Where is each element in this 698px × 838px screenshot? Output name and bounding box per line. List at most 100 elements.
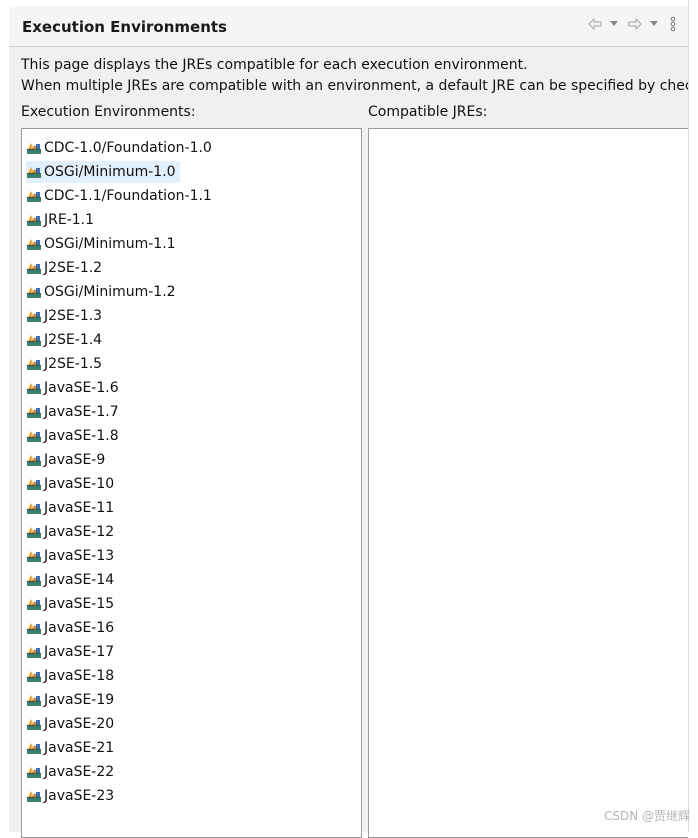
environment-label: J2SE-1.5 [44, 356, 103, 372]
execution-environment-icon [26, 308, 42, 324]
environment-label: JavaSE-11 [44, 500, 115, 516]
environment-list-item[interactable]: J2SE-1.3 [26, 305, 106, 327]
chevron-down-icon [610, 21, 618, 27]
execution-environment-icon [26, 236, 42, 252]
description-line-1: This page displays the JREs compatible f… [21, 57, 528, 73]
back-button[interactable] [587, 14, 603, 34]
environment-label: JavaSE-22 [44, 764, 115, 780]
environment-list-item[interactable]: JavaSE-13 [26, 545, 118, 567]
compatible-jres-label: Compatible JREs: [368, 104, 488, 120]
environment-list-item[interactable]: JavaSE-21 [26, 737, 118, 759]
environment-list-item[interactable]: JavaSE-14 [26, 569, 118, 591]
environment-label: OSGi/Minimum-1.1 [44, 236, 176, 252]
page-header: Execution Environments [9, 6, 688, 47]
environment-list-item[interactable]: OSGi/Minimum-1.2 [26, 281, 180, 303]
forward-button[interactable] [627, 14, 643, 34]
environment-label: OSGi/Minimum-1.2 [44, 284, 176, 300]
environment-label: CDC-1.1/Foundation-1.1 [44, 188, 212, 204]
execution-environment-icon [26, 788, 42, 804]
execution-environment-icon [26, 668, 42, 684]
execution-environment-icon [26, 380, 42, 396]
view-menu-icon [670, 16, 676, 32]
execution-environment-icon [26, 164, 42, 180]
execution-environment-icon [26, 692, 42, 708]
environment-list-item[interactable]: OSGi/Minimum-1.0 [26, 161, 180, 183]
adjacent-pane-edge [688, 0, 698, 832]
back-arrow-icon [587, 17, 603, 31]
execution-environment-icon [26, 596, 42, 612]
forward-arrow-icon [627, 17, 643, 31]
environment-label: JavaSE-1.7 [44, 404, 119, 420]
environment-list-item[interactable]: J2SE-1.2 [26, 257, 106, 279]
forward-dropdown-button[interactable] [650, 14, 658, 34]
execution-environments-list[interactable]: CDC-1.0/Foundation-1.0 OSGi/Minimum-1.0 CD… [21, 128, 362, 838]
environment-list-item[interactable]: JavaSE-9 [26, 449, 109, 471]
execution-environment-icon [26, 452, 42, 468]
environment-list-item[interactable]: JavaSE-1.7 [26, 401, 123, 423]
execution-environment-icon [26, 620, 42, 636]
execution-environment-icon [26, 404, 42, 420]
environment-list-item[interactable]: JavaSE-23 [26, 785, 118, 807]
environment-list-item[interactable]: JavaSE-22 [26, 761, 118, 783]
view-menu-button[interactable] [670, 14, 676, 34]
execution-environment-icon [26, 500, 42, 516]
execution-environment-icon [26, 524, 42, 540]
execution-environment-icon [26, 356, 42, 372]
environment-label: CDC-1.0/Foundation-1.0 [44, 140, 212, 156]
environment-list-item[interactable]: JavaSE-10 [26, 473, 118, 495]
environment-label: JavaSE-17 [44, 644, 115, 660]
environment-list-item[interactable]: JavaSE-16 [26, 617, 118, 639]
watermark: CSDN @贾继辉 [603, 809, 690, 823]
environment-list-item[interactable]: JavaSE-12 [26, 521, 118, 543]
environment-list-item[interactable]: JavaSE-18 [26, 665, 118, 687]
chevron-down-icon [650, 21, 658, 27]
environment-list-item[interactable]: JavaSE-19 [26, 689, 118, 711]
execution-environment-icon [26, 572, 42, 588]
environment-list-item[interactable]: JavaSE-1.6 [26, 377, 123, 399]
environment-label: JavaSE-14 [44, 572, 115, 588]
execution-environment-icon [26, 716, 42, 732]
environment-label: JavaSE-18 [44, 668, 115, 684]
execution-environment-icon [26, 260, 42, 276]
execution-environment-icon [26, 548, 42, 564]
environment-label: JavaSE-10 [44, 476, 115, 492]
execution-environment-icon [26, 428, 42, 444]
execution-environment-icon [26, 740, 42, 756]
environment-label: J2SE-1.3 [44, 308, 103, 324]
environment-label: JavaSE-19 [44, 692, 115, 708]
execution-environment-icon [26, 188, 42, 204]
environment-list-item[interactable]: JavaSE-20 [26, 713, 118, 735]
environment-list-item[interactable]: J2SE-1.5 [26, 353, 106, 375]
environment-label: JavaSE-23 [44, 788, 115, 804]
compatible-jres-list[interactable] [368, 128, 688, 838]
environment-list-item[interactable]: JRE-1.1 [26, 209, 98, 231]
environment-list-item[interactable]: JavaSE-15 [26, 593, 118, 615]
environment-label: JavaSE-1.6 [44, 380, 119, 396]
environment-list-item[interactable]: CDC-1.0/Foundation-1.0 [26, 137, 216, 159]
environment-label: JavaSE-20 [44, 716, 115, 732]
page-title: Execution Environments [22, 18, 227, 36]
execution-environment-icon [26, 212, 42, 228]
environment-label: JavaSE-9 [44, 452, 106, 468]
environment-label: JavaSE-15 [44, 596, 115, 612]
environment-label: JavaSE-21 [44, 740, 115, 756]
environment-list-item[interactable]: J2SE-1.4 [26, 329, 106, 351]
environment-list-item[interactable]: OSGi/Minimum-1.1 [26, 233, 180, 255]
environment-list-item[interactable]: JavaSE-1.8 [26, 425, 123, 447]
back-dropdown-button[interactable] [610, 14, 618, 34]
environment-label: JavaSE-16 [44, 620, 115, 636]
environment-label: OSGi/Minimum-1.0 [44, 164, 176, 180]
execution-environment-icon [26, 764, 42, 780]
environment-list-item[interactable]: JavaSE-11 [26, 497, 118, 519]
environment-label: JavaSE-12 [44, 524, 115, 540]
environment-list-item[interactable]: JavaSE-17 [26, 641, 118, 663]
environments-label: Execution Environments: [21, 104, 196, 120]
page-description: This page displays the JREs compatible f… [21, 55, 688, 97]
environment-list-item[interactable]: CDC-1.1/Foundation-1.1 [26, 185, 216, 207]
execution-environment-icon [26, 332, 42, 348]
preference-page: Execution Environments This page display… [9, 6, 688, 838]
execution-environment-icon [26, 644, 42, 660]
environment-label: JRE-1.1 [44, 212, 95, 228]
environment-label: J2SE-1.4 [44, 332, 103, 348]
execution-environment-icon [26, 140, 42, 156]
